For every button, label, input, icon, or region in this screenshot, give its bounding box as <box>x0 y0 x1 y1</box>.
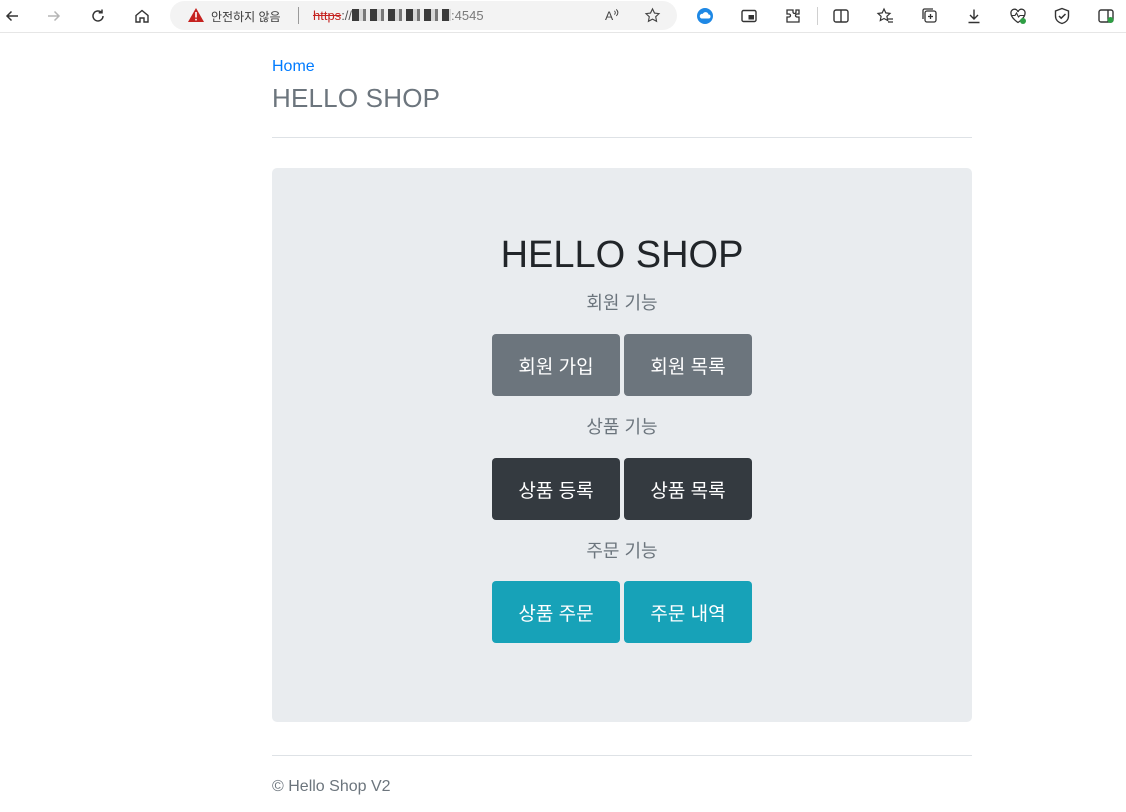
site-brand: HELLO SHOP <box>272 83 441 113</box>
url-text[interactable]: https:// :4545 <box>313 8 484 23</box>
url-port: :4545 <box>451 8 484 23</box>
header-divider <box>272 137 972 138</box>
jumbotron: HELLO SHOP 회원 기능 회원 가입 회원 목록 상품 기능 상품 등록… <box>272 168 972 722</box>
home-icon[interactable] <box>130 4 154 28</box>
browser-toolbar: 안전하지 않음 https:// :4545 A <box>0 0 1126 33</box>
item-section-label: 상품 기능 <box>586 417 658 437</box>
url-protocol: https <box>313 8 342 23</box>
order-item-button[interactable]: 상품 주문 <box>492 581 620 643</box>
address-bar[interactable]: 안전하지 않음 https:// :4545 A <box>170 1 677 30</box>
home-link[interactable]: Home <box>272 58 315 76</box>
svg-text:A: A <box>604 9 613 23</box>
address-divider <box>298 7 299 24</box>
security-status-label[interactable]: 안전하지 않음 <box>211 8 281 25</box>
footer-divider <box>272 755 972 756</box>
member-join-button[interactable]: 회원 가입 <box>492 334 620 396</box>
forward-arrow-icon[interactable] <box>42 4 66 28</box>
profile-sidebar-icon[interactable] <box>1094 4 1118 28</box>
warning-icon[interactable] <box>187 7 205 23</box>
jumbotron-title: HELLO SHOP <box>500 234 744 276</box>
order-section-label: 주문 기능 <box>586 541 658 561</box>
reload-icon[interactable] <box>86 4 110 28</box>
toolbar-divider <box>817 7 818 25</box>
collections-icon[interactable] <box>918 4 942 28</box>
favorite-star-icon[interactable] <box>643 6 661 24</box>
read-aloud-icon[interactable]: A <box>603 6 621 24</box>
browser-essentials-icon[interactable] <box>1050 4 1074 28</box>
split-screen-icon[interactable] <box>829 4 853 28</box>
footer-copyright: © Hello Shop V2 <box>272 778 391 795</box>
order-history-button[interactable]: 주문 내역 <box>624 581 752 643</box>
member-section-label: 회원 기능 <box>586 293 658 313</box>
picture-in-picture-icon[interactable] <box>737 4 761 28</box>
cloud-sync-icon[interactable] <box>693 4 717 28</box>
extensions-icon[interactable] <box>781 4 805 28</box>
download-icon[interactable] <box>962 4 986 28</box>
favorites-icon[interactable] <box>873 4 897 28</box>
url-host-redacted <box>352 9 452 21</box>
item-list-button[interactable]: 상품 목록 <box>624 458 752 520</box>
member-list-button[interactable]: 회원 목록 <box>624 334 752 396</box>
performance-icon[interactable] <box>1006 4 1030 28</box>
item-register-button[interactable]: 상품 등록 <box>492 458 620 520</box>
back-arrow-icon[interactable] <box>0 4 24 28</box>
url-separator: :// <box>341 8 353 23</box>
